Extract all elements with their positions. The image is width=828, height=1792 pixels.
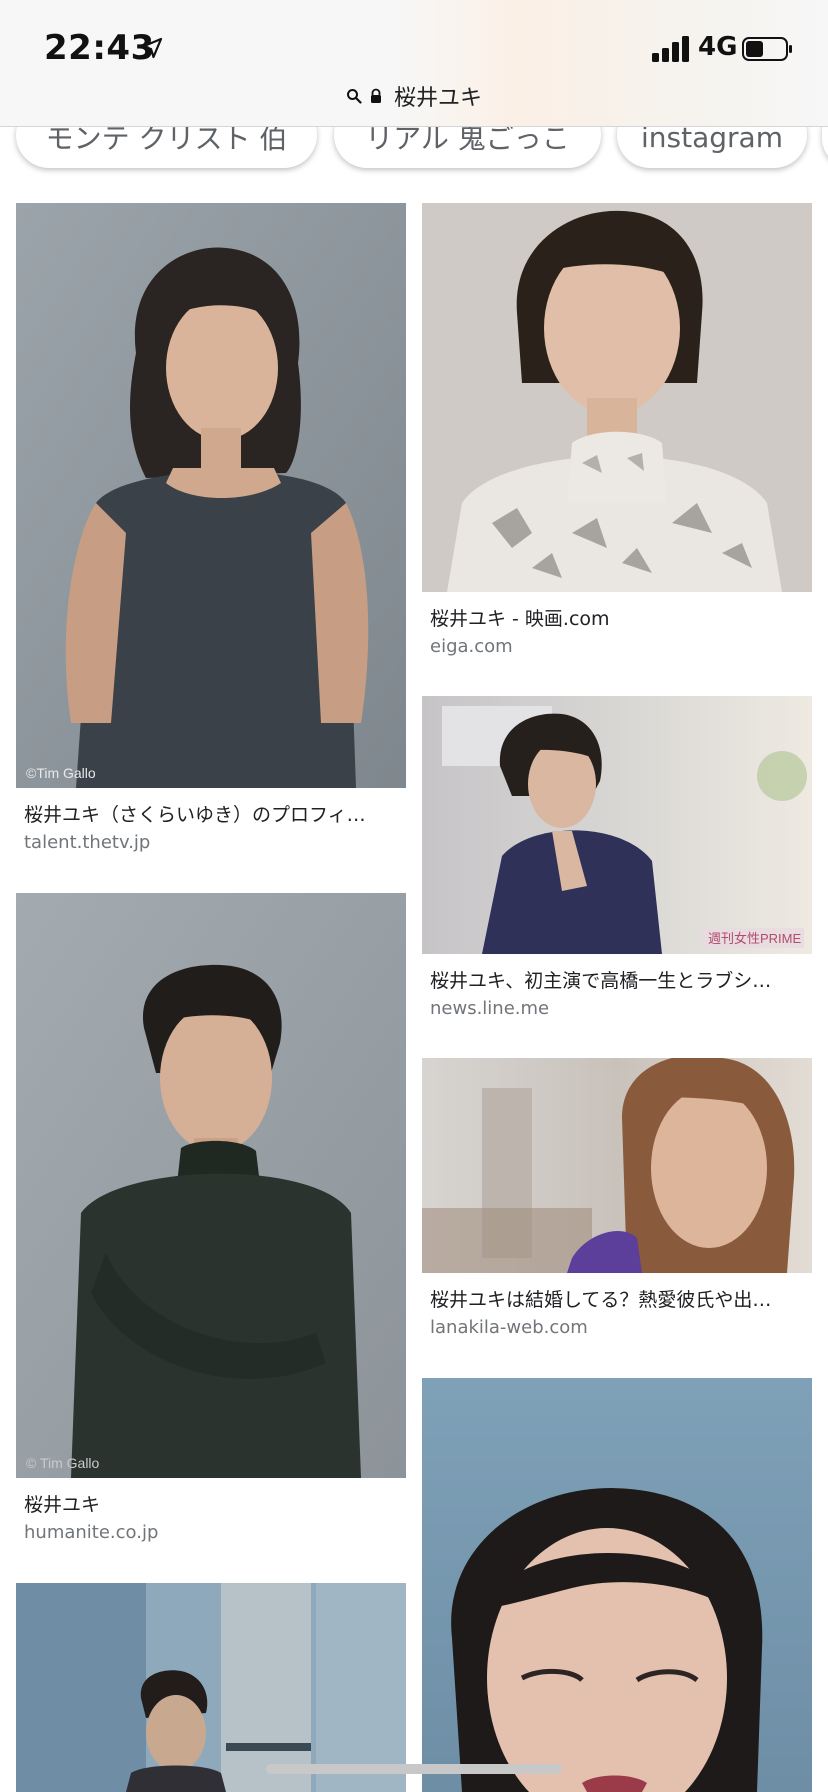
- result-title[interactable]: 桜井ユキ: [24, 1490, 398, 1517]
- result-thumbnail[interactable]: [422, 1378, 812, 1792]
- thumbnail-watermark: 週刊女性PRIME: [708, 931, 802, 946]
- result-thumbnail[interactable]: 週刊女性PRIME: [422, 696, 812, 954]
- result-thumbnail[interactable]: ©Tim Gallo: [16, 203, 406, 788]
- signal-bars-icon: [652, 36, 689, 62]
- location-arrow-icon: [141, 37, 163, 59]
- result-thumbnail[interactable]: [422, 203, 812, 592]
- results-column-left: ©Tim Gallo 桜井ユキ（さくらいゆき）のプロフィ… talent.the…: [16, 203, 406, 1792]
- result-title[interactable]: 桜井ユキ、初主演で高橋一生とラブシ…: [430, 966, 804, 993]
- image-result-card[interactable]: © Tim Gallo 桜井ユキ humanite.co.jp: [16, 893, 406, 1563]
- status-time: 22:43: [44, 28, 155, 68]
- url-bar-query: 桜井ユキ: [393, 86, 482, 111]
- result-title[interactable]: 桜井ユキ（さくらいゆき）のプロフィ…: [24, 800, 398, 827]
- result-source[interactable]: talent.thetv.jp: [24, 832, 150, 853]
- result-title[interactable]: 桜井ユキ - 映画.com: [430, 604, 804, 631]
- image-result-card[interactable]: 週刊女性PRIME 桜井ユキ、初主演で高橋一生とラブシ… news.line.m…: [422, 696, 812, 1036]
- result-thumbnail[interactable]: [16, 1583, 406, 1792]
- result-source[interactable]: humanite.co.jp: [24, 1522, 158, 1543]
- thumbnail-watermark: © Tim Gallo: [26, 1455, 100, 1471]
- results-column-right: 桜井ユキ - 映画.com eiga.com 週刊女性PRIME 桜井ユキ、初主…: [422, 203, 812, 1792]
- url-bar[interactable]: 桜井ユキ: [0, 76, 828, 116]
- battery-icon: [742, 37, 792, 61]
- search-icon: [346, 89, 362, 104]
- result-source[interactable]: lanakila-web.com: [430, 1317, 588, 1338]
- status-bar: 22:43 4G 桜井ユキ: [0, 0, 828, 127]
- image-result-card[interactable]: ©Tim Gallo 桜井ユキ（さくらいゆき）のプロフィ… talent.the…: [16, 203, 406, 873]
- image-result-card[interactable]: [16, 1583, 406, 1792]
- result-title[interactable]: 桜井ユキは結婚してる？熱愛彼氏や出…: [430, 1285, 804, 1312]
- result-thumbnail[interactable]: [422, 1058, 812, 1273]
- lock-icon: [370, 88, 381, 103]
- result-source[interactable]: news.line.me: [430, 998, 549, 1019]
- image-result-card[interactable]: 桜井ユキ - 映画.com eiga.com: [422, 203, 812, 673]
- thumbnail-watermark: ©Tim Gallo: [26, 765, 96, 781]
- network-type: 4G: [698, 32, 738, 62]
- result-thumbnail[interactable]: © Tim Gallo: [16, 893, 406, 1478]
- image-result-card[interactable]: 桜井ユキは結婚してる？熱愛彼氏や出… lanakila-web.com: [422, 1058, 812, 1358]
- home-indicator[interactable]: [266, 1764, 562, 1774]
- image-result-card[interactable]: [422, 1378, 812, 1792]
- result-source[interactable]: eiga.com: [430, 636, 513, 657]
